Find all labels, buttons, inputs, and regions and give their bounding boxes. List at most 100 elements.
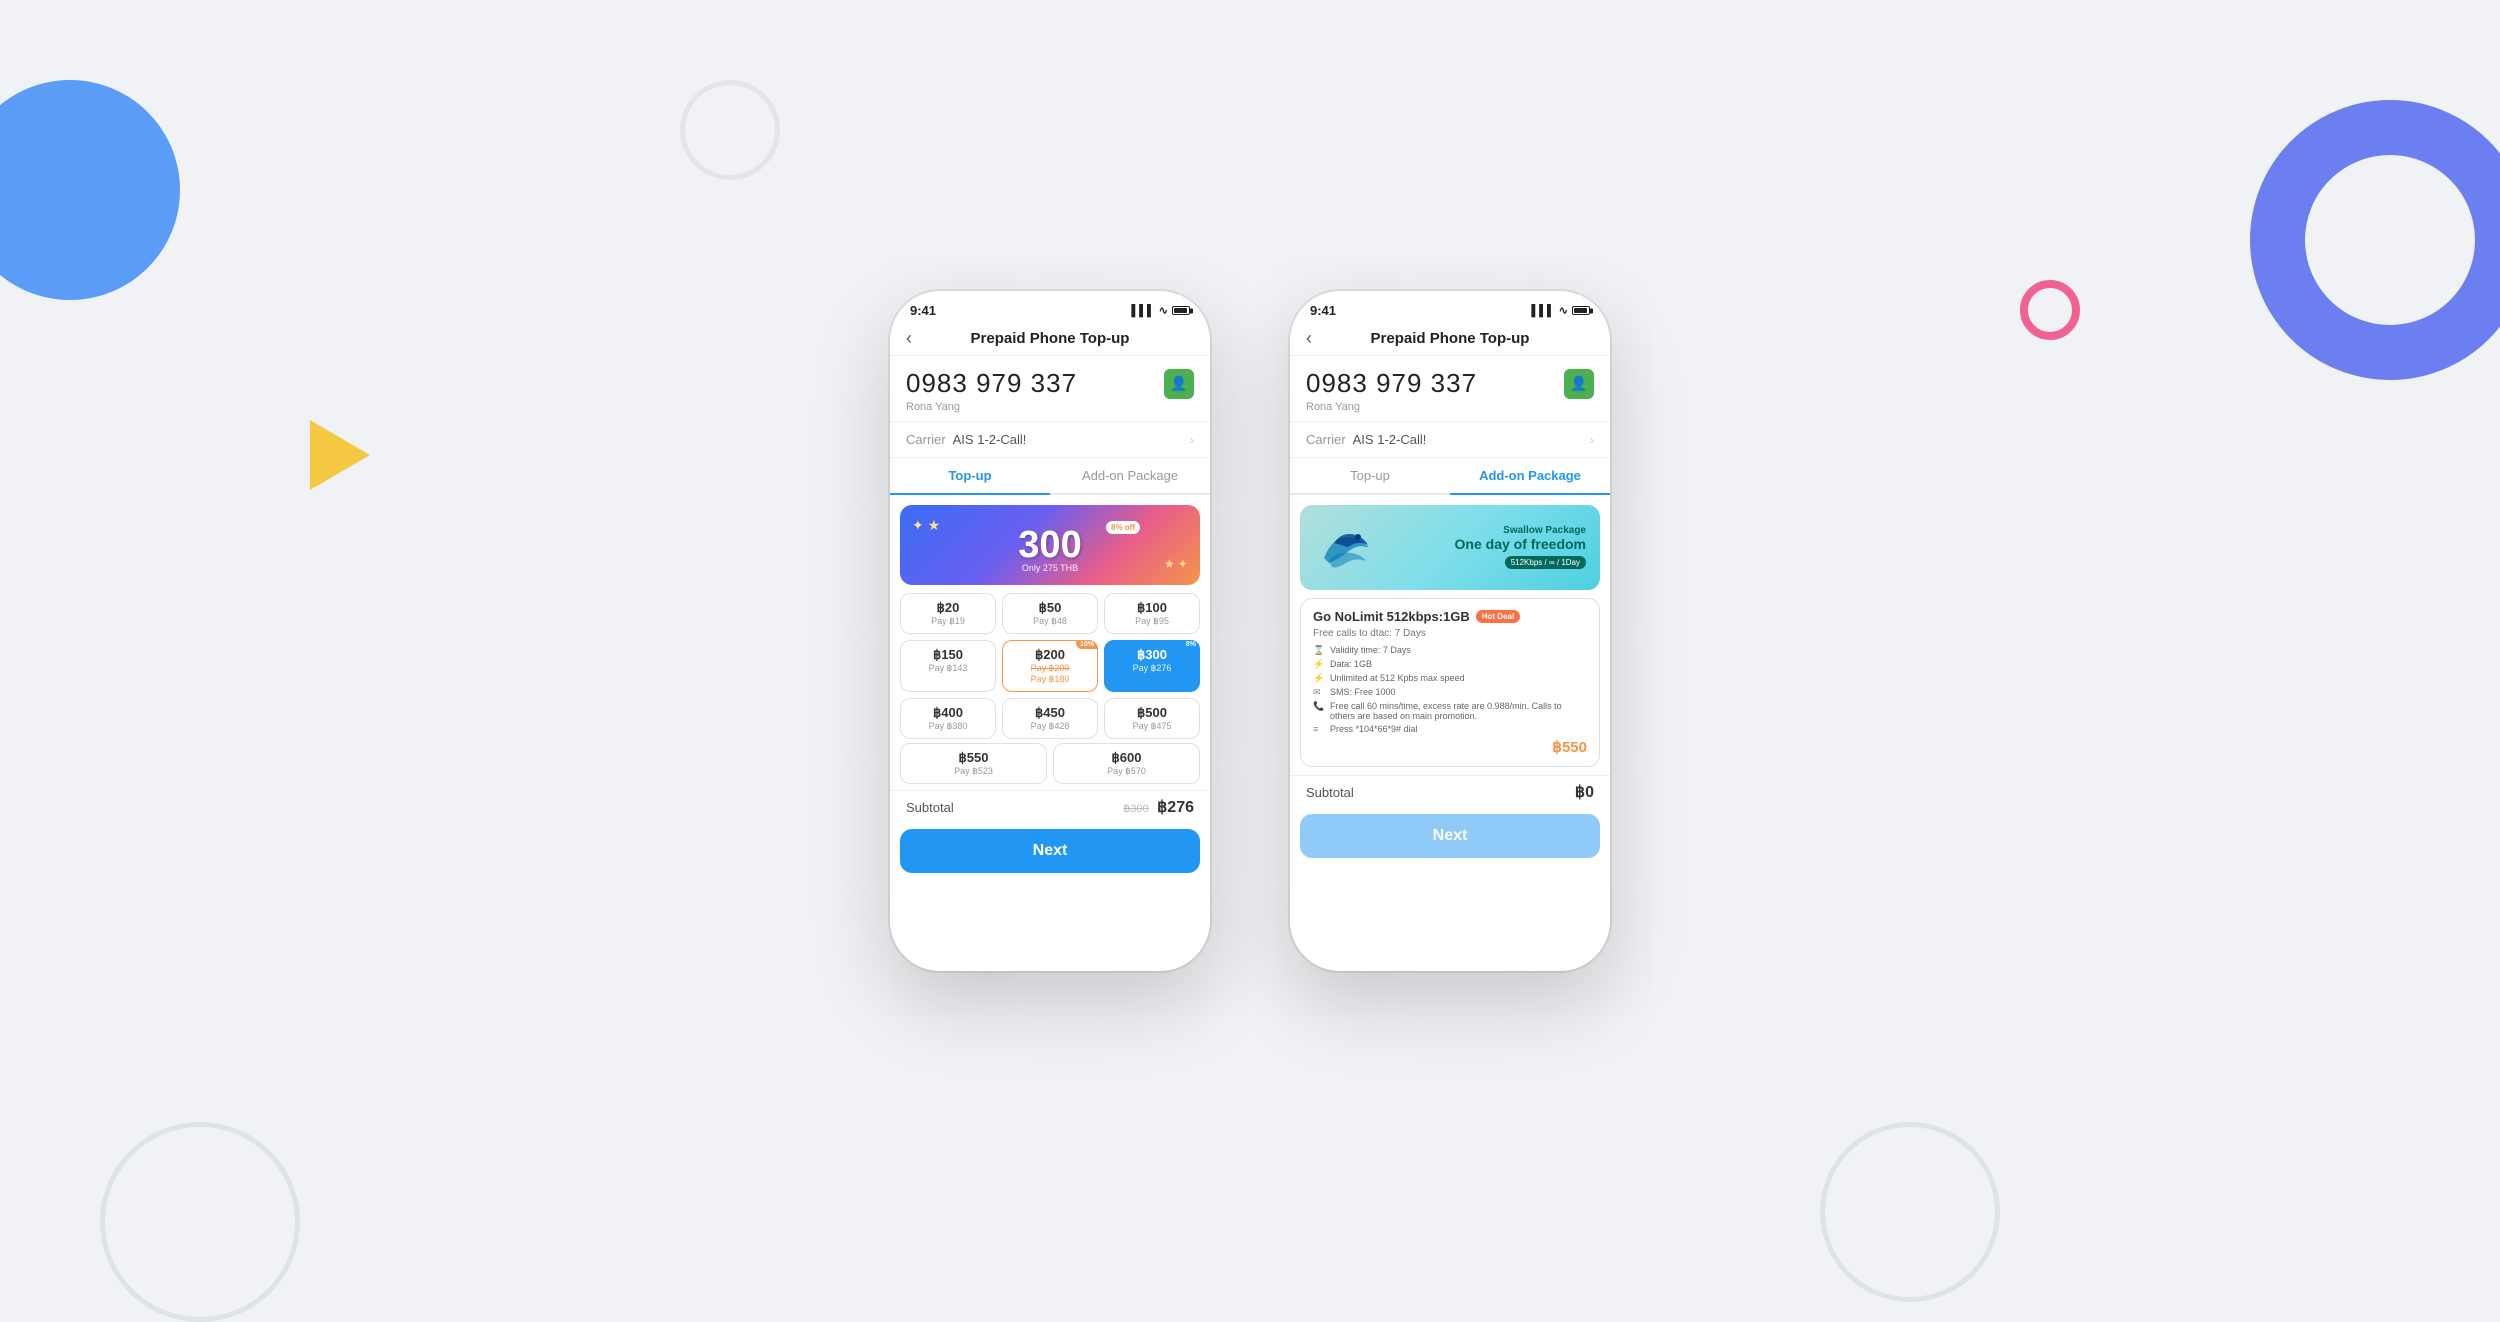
wifi-icon-left: ∿ — [1159, 304, 1168, 317]
decorative-circle-pink — [2020, 280, 2080, 340]
amount-btn-20[interactable]: ฿20 Pay ฿19 — [900, 593, 996, 634]
subtotal-amount-right: ฿0 — [1575, 782, 1594, 802]
status-icons-right: ▌▌▌ ∿ — [1531, 304, 1590, 317]
amount-btn-450[interactable]: ฿450 Pay ฿428 — [1002, 698, 1098, 739]
amount-grid-left: ฿20 Pay ฿19 ฿50 Pay ฿48 ฿100 Pay ฿95 ฿15… — [890, 593, 1210, 739]
right-phone: 9:41 ▌▌▌ ∿ ‹ Prepaid Phone Top-up 0983 9… — [1290, 291, 1610, 971]
addon-banner-subtitle: Swallow Package — [1455, 525, 1586, 536]
tab-addon-right[interactable]: Add-on Package — [1450, 458, 1610, 493]
phone-number-left: 0983 979 337 — [906, 368, 1077, 399]
discount-badge-300: 8% — [1182, 640, 1200, 649]
amount-btn-150[interactable]: ฿150 Pay ฿143 — [900, 640, 996, 692]
sms-icon: ✉ — [1313, 687, 1325, 698]
package-detail-calls: 📞 Free call 60 mins/time, excess rate ar… — [1313, 701, 1587, 721]
phone-notch-left — [1000, 291, 1100, 313]
phones-container: 9:41 ▌▌▌ ∿ ‹ Prepaid Phone Top-up 0983 9… — [890, 291, 1610, 971]
phone-number-section-left: 0983 979 337 👤 Rona Yang — [890, 356, 1210, 422]
contact-icon-right[interactable]: 👤 — [1564, 369, 1594, 399]
subtotal-original-left: ฿300 — [1123, 803, 1148, 815]
dial-icon: ≡ — [1313, 724, 1325, 734]
back-button-left[interactable]: ‹ — [906, 328, 912, 349]
tab-topup-right[interactable]: Top-up — [1290, 458, 1450, 493]
contact-icon-left[interactable]: 👤 — [1164, 369, 1194, 399]
package-detail-sms: ✉ SMS: Free 1000 — [1313, 687, 1587, 698]
addon-banner-text: Swallow Package One day of freedom 512Kb… — [1455, 525, 1586, 571]
subtotal-row-right: Subtotal ฿0 — [1290, 775, 1610, 808]
decorative-circle-blue-right — [2250, 100, 2500, 380]
promo-stars-right: ★ ✦ — [1164, 557, 1188, 571]
hot-deal-badge: Hot Deal — [1476, 610, 1520, 623]
amount-btn-300[interactable]: 8% ฿300 Pay ฿276 — [1104, 640, 1200, 692]
amount-btn-400[interactable]: ฿400 Pay ฿380 — [900, 698, 996, 739]
package-detail-unlimited: ⚡ Unlimited at 512 Kpbs max speed — [1313, 673, 1587, 684]
phone-notch-right — [1400, 291, 1500, 313]
discount-badge-200: 10% — [1076, 640, 1098, 649]
battery-icon-right — [1572, 306, 1590, 315]
amount-btn-500[interactable]: ฿500 Pay ฿475 — [1104, 698, 1200, 739]
carrier-arrow-right: › — [1590, 433, 1594, 447]
next-button-left[interactable]: Next — [900, 829, 1200, 873]
package-detail-data: ⚡ Data: 1GB — [1313, 659, 1587, 670]
carrier-row-left[interactable]: Carrier AIS 1-2-Call! › — [890, 422, 1210, 458]
carrier-name-right: AIS 1-2-Call! — [1353, 432, 1427, 447]
amount-btn-100[interactable]: ฿100 Pay ฿95 — [1104, 593, 1200, 634]
tab-addon-left[interactable]: Add-on Package — [1050, 458, 1210, 493]
addon-banner-spec: 512Kbps / ∞ / 1Day — [1505, 556, 1586, 569]
promo-stars-left: ✦ ★ — [912, 517, 940, 534]
amount-grid-2-left: ฿550 Pay ฿523 ฿600 Pay ฿570 — [890, 743, 1210, 784]
app-header-left: ‹ Prepaid Phone Top-up — [890, 322, 1210, 356]
validity-icon: ⌛ — [1313, 645, 1325, 656]
carrier-label-right: Carrier — [1306, 432, 1346, 447]
tabs-left: Top-up Add-on Package — [890, 458, 1210, 495]
carrier-row-right[interactable]: Carrier AIS 1-2-Call! › — [1290, 422, 1610, 458]
subtotal-row-left: Subtotal ฿300 ฿276 — [890, 790, 1210, 823]
package-detail-validity: ⌛ Validity time: 7 Days — [1313, 645, 1587, 656]
amount-btn-600[interactable]: ฿600 Pay ฿570 — [1053, 743, 1200, 784]
carrier-name-left: AIS 1-2-Call! — [953, 432, 1027, 447]
amount-btn-200[interactable]: 10% ฿200 Pay ฿200 Pay ฿180 — [1002, 640, 1098, 692]
app-title-right: Prepaid Phone Top-up — [1371, 330, 1530, 347]
tabs-right: Top-up Add-on Package — [1290, 458, 1610, 495]
next-button-right[interactable]: Next — [1300, 814, 1600, 858]
amount-btn-50[interactable]: ฿50 Pay ฿48 — [1002, 593, 1098, 634]
status-time-left: 9:41 — [910, 303, 936, 318]
decorative-circle-blue-left — [0, 80, 180, 300]
promo-banner-left: ✦ ★ 300 Only 275 THB 8% off ★ ✦ — [900, 505, 1200, 585]
contact-name-right: Rona Yang — [1306, 401, 1594, 413]
decorative-circle-gray-mid — [680, 80, 780, 180]
contact-name-left: Rona Yang — [906, 401, 1194, 413]
signal-icon-left: ▌▌▌ — [1131, 305, 1154, 317]
package-price: ฿550 — [1313, 738, 1587, 756]
phone-number-section-right: 0983 979 337 👤 Rona Yang — [1290, 356, 1610, 422]
promo-badge-left: 8% off — [1106, 521, 1140, 534]
wifi-icon-right: ∿ — [1559, 304, 1568, 317]
package-detail-dial: ≡ Press *104*66*9# dial — [1313, 724, 1587, 734]
tab-topup-left[interactable]: Top-up — [890, 458, 1050, 493]
carrier-label-left: Carrier — [906, 432, 946, 447]
status-time-right: 9:41 — [1310, 303, 1336, 318]
left-phone: 9:41 ▌▌▌ ∿ ‹ Prepaid Phone Top-up 0983 9… — [890, 291, 1210, 971]
status-icons-left: ▌▌▌ ∿ — [1131, 304, 1190, 317]
subtotal-label-left: Subtotal — [906, 800, 954, 815]
amount-btn-550[interactable]: ฿550 Pay ฿523 — [900, 743, 1047, 784]
data-icon: ⚡ — [1313, 659, 1325, 670]
package-name: Go NoLimit 512kbps:1GB — [1313, 609, 1470, 624]
addon-banner-right: Swallow Package One day of freedom 512Kb… — [1300, 505, 1600, 590]
signal-icon-right: ▌▌▌ — [1531, 305, 1554, 317]
addon-banner-title: One day of freedom — [1455, 536, 1586, 553]
battery-icon-left — [1172, 306, 1190, 315]
subtotal-label-right: Subtotal — [1306, 785, 1354, 800]
phone-number-right: 0983 979 337 — [1306, 368, 1477, 399]
unlimited-icon: ⚡ — [1313, 673, 1325, 684]
decorative-circle-gray-bl — [100, 1122, 300, 1322]
promo-amount-left: 300 — [1018, 524, 1081, 567]
calls-icon: 📞 — [1313, 701, 1325, 712]
package-card[interactable]: Go NoLimit 512kbps:1GB Hot Deal Free cal… — [1300, 598, 1600, 767]
bird-icon — [1314, 523, 1374, 573]
app-header-right: ‹ Prepaid Phone Top-up — [1290, 322, 1610, 356]
subtotal-amount-left: ฿276 — [1157, 799, 1194, 816]
package-name-row: Go NoLimit 512kbps:1GB Hot Deal — [1313, 609, 1587, 624]
back-button-right[interactable]: ‹ — [1306, 328, 1312, 349]
promo-detail-left: Only 275 THB — [1022, 563, 1078, 573]
package-subtitle: Free calls to dtac: 7 Days — [1313, 628, 1587, 639]
